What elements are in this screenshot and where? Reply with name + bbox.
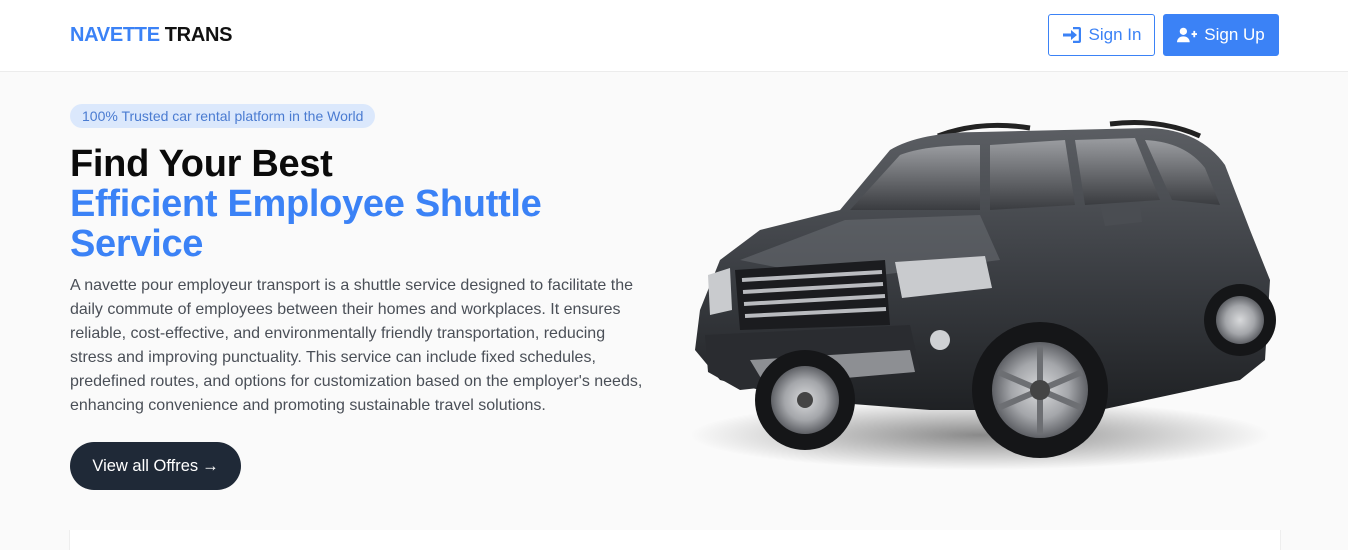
sign-up-button[interactable]: Sign Up: [1163, 14, 1279, 56]
sign-up-label: Sign Up: [1204, 25, 1265, 44]
hero-title-line1: Find Your Best: [70, 143, 333, 185]
hero-car-image: [680, 110, 1280, 480]
brand-name-part1: NAVETTE: [70, 24, 160, 46]
brand-logo[interactable]: NAVETTE TRANS: [70, 22, 232, 48]
site-header: NAVETTE TRANS Sign In Sign Up: [0, 0, 1348, 72]
sign-in-button[interactable]: Sign In: [1048, 14, 1155, 56]
hero-description: A navette pour employeur transport is a …: [70, 277, 643, 414]
cta-label: View all Offres: [92, 456, 199, 475]
user-plus-icon: [1177, 26, 1198, 44]
hero-title-accent: Efficient Employee Shuttle Service: [70, 183, 542, 265]
brand-name-part2: TRANS: [164, 24, 233, 46]
arrow-right-icon: →: [202, 456, 219, 475]
view-all-offres-button[interactable]: View all Offres →: [70, 442, 241, 490]
sign-in-icon: [1062, 26, 1082, 44]
hero-title: Find Your Best Efficient Employee Shuttl…: [70, 144, 630, 264]
trust-badge: 100% Trusted car rental platform in the …: [70, 104, 376, 128]
sign-in-label: Sign In: [1088, 25, 1142, 44]
content-card-edge: [69, 530, 1281, 550]
